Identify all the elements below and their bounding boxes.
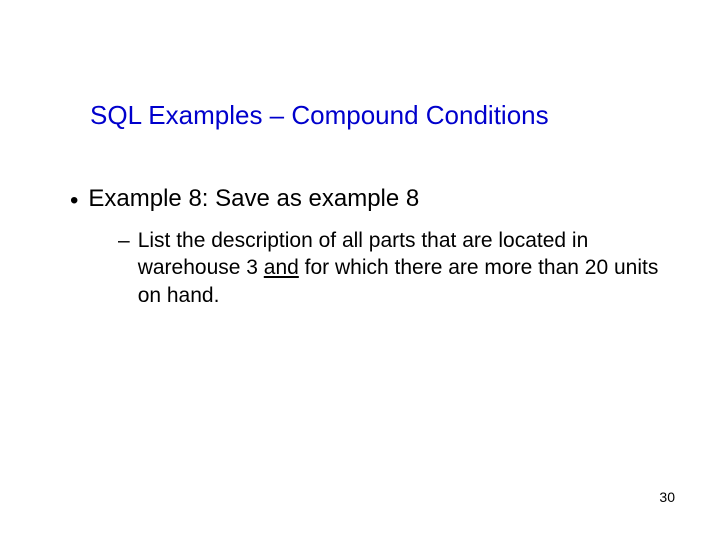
bullet-dot-icon: •: [70, 187, 78, 215]
bullet-dash-icon: –: [118, 227, 130, 254]
bullet-level-2: – List the description of all parts that…: [118, 227, 660, 309]
slide-title: SQL Examples – Compound Conditions: [90, 100, 680, 131]
example-label: Example 8: Save as example 8: [88, 185, 419, 213]
slide: SQL Examples – Compound Conditions • Exa…: [0, 0, 720, 540]
bullet-level-1: • Example 8: Save as example 8: [70, 185, 660, 215]
page-number: 30: [659, 489, 675, 505]
sub-text-underlined: and: [264, 256, 299, 279]
sub-bullet-text: List the description of all parts that a…: [138, 227, 660, 309]
slide-content: • Example 8: Save as example 8 – List th…: [70, 185, 660, 309]
